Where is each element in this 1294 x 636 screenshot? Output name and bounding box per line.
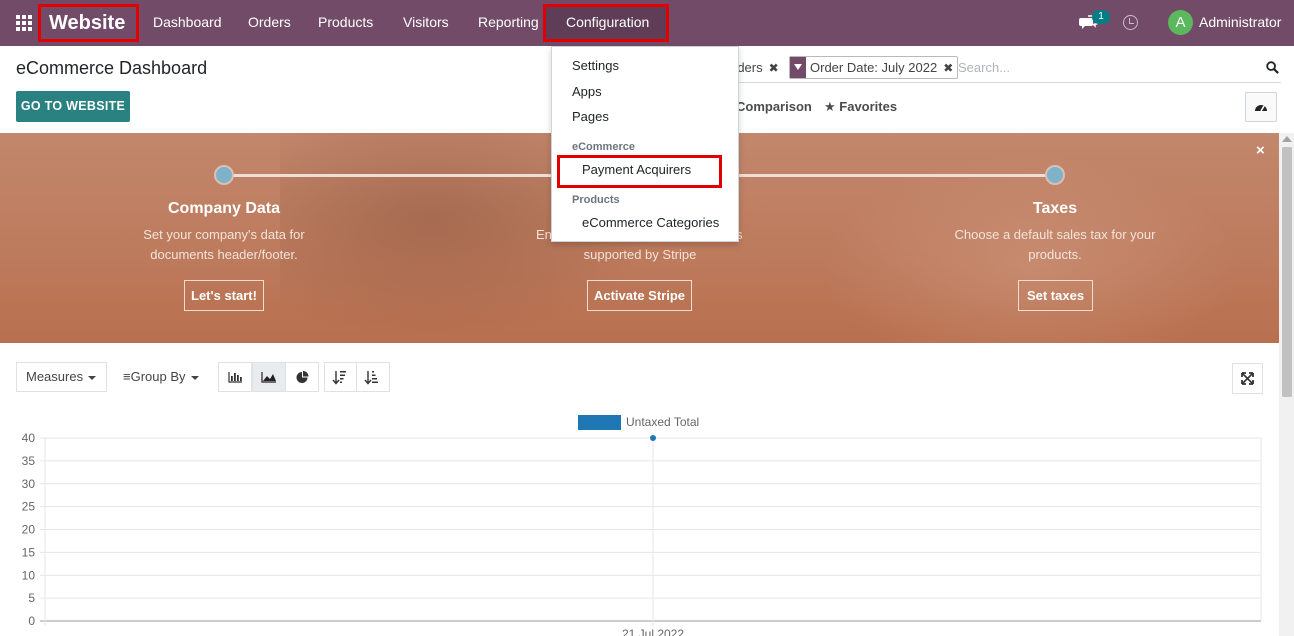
y-tick-label: 20 [22,523,36,537]
y-axis-ticks: 0 5 10 15 20 25 30 35 40 [22,431,36,628]
y-tick-label: 15 [22,545,36,559]
menu-visitors[interactable]: Visitors [403,0,449,46]
y-tick-label: 0 [28,614,35,628]
sort-ascending-button[interactable] [356,362,390,392]
menu-settings[interactable]: Settings [572,58,619,73]
notification-badge: 1 [1092,10,1110,24]
search-facet-order-date: Order Date: July 2022 ✖ [789,56,959,79]
step-title-taxes: Taxes [1032,200,1078,217]
payment-acquirers-highlight [557,155,722,188]
measures-label: Measures [26,369,84,384]
section-header-ecommerce: eCommerce [572,141,635,153]
page-title: eCommerce Dashboard [16,58,208,78]
step-desc-company-data: Set your company's data for documents hea… [143,227,305,262]
scrollbar-thumb[interactable] [1282,147,1292,397]
facet-label: Order Date: July 2022 [810,60,938,75]
y-tick-label: 5 [28,591,35,605]
dashboard-gauge-icon [1255,105,1267,112]
fullscreen-button[interactable] [1232,363,1263,394]
top-navbar: Website Dashboard Orders Products Visito… [0,0,1294,46]
bar-chart-icon [228,372,242,383]
step-title-company-data: Company Data [167,200,281,217]
chart-series [650,435,656,441]
step-desc-taxes: Choose a default sales tax for your produ… [954,227,1156,262]
comparison-toggle[interactable]: Comparison [736,99,812,114]
data-point [650,435,656,441]
configuration-highlight [543,4,669,42]
menu-pages[interactable]: Pages [572,109,609,124]
area-chart-button[interactable] [252,362,286,392]
y-tick-label: 25 [22,500,36,514]
section-header-products: Products [572,194,620,206]
caret-down-icon [88,375,97,380]
area-chart-icon [261,372,276,383]
activate-stripe-button[interactable]: Activate Stripe [587,280,692,311]
list-icon: ≡ [123,369,131,384]
set-taxes-button[interactable]: Set taxes [1018,280,1093,311]
group-by-label: Group By [130,369,186,384]
menu-orders[interactable]: Orders [248,0,291,46]
step-dot [214,165,234,185]
legend-swatch [578,415,621,430]
remove-facet-icon[interactable]: ✖ [769,61,779,75]
search-icon[interactable] [1266,61,1279,74]
sort-ascending-icon [364,371,378,385]
x-axis-ticks: 21 Jul 2022 [622,627,684,636]
pie-chart-icon [296,371,309,383]
menu-apps[interactable]: Apps [572,84,602,99]
go-to-website-button[interactable]: GO TO WEBSITE [16,91,130,122]
y-tick-label: 30 [22,477,36,491]
remove-facet-icon[interactable]: ✖ [943,61,953,75]
y-tick-label: 10 [22,568,36,582]
filter-icon [790,57,806,78]
chart-gridlines [40,437,1262,626]
search-facet-orders: rders ✖ [733,56,779,79]
menu-ecommerce-categories[interactable]: eCommerce Categories [582,215,719,230]
brand-website[interactable]: Website [38,4,139,42]
chart-legend: Untaxed Total [578,415,699,430]
measures-dropdown[interactable]: Measures [16,362,107,392]
menu-dashboard[interactable]: Dashboard [153,0,222,46]
search-input[interactable]: Search... [958,60,1010,75]
pie-chart-button[interactable] [285,362,319,392]
star-icon: ★ [824,99,836,114]
y-tick-label: 40 [22,431,36,445]
bar-chart-button[interactable] [218,362,252,392]
lets-start-button[interactable]: Let's start! [184,280,264,311]
menu-reporting[interactable]: Reporting [478,0,539,46]
scroll-up-arrow-icon[interactable] [1282,136,1292,142]
favorites-toggle[interactable]: ★ Favorites [824,99,897,115]
avatar[interactable]: A [1168,10,1193,35]
caret-down-icon [190,375,199,380]
apps-grid-icon[interactable] [16,15,32,31]
dashboard-button[interactable] [1245,92,1277,122]
menu-products[interactable]: Products [318,0,373,46]
configuration-dropdown-menu: Settings Apps Pages eCommerce Payment Ac… [551,46,739,242]
user-name[interactable]: Administrator [1199,0,1281,45]
clock-icon[interactable] [1123,15,1138,30]
legend-label: Untaxed Total [626,415,699,429]
sort-descending-icon [332,371,346,385]
sort-descending-button[interactable] [324,362,358,392]
favorites-label: Favorites [839,99,898,114]
group-by-dropdown[interactable]: ≡Group By [115,362,211,392]
step-dot [1045,165,1065,185]
expand-icon [1241,372,1254,385]
x-tick-label: 21 Jul 2022 [622,627,684,636]
area-chart: 0 5 10 15 20 25 30 35 40 21 Jul 2022 Untaxed Tot… [22,415,1262,636]
close-banner-icon[interactable]: × [1256,142,1265,159]
y-tick-label: 35 [22,454,36,468]
